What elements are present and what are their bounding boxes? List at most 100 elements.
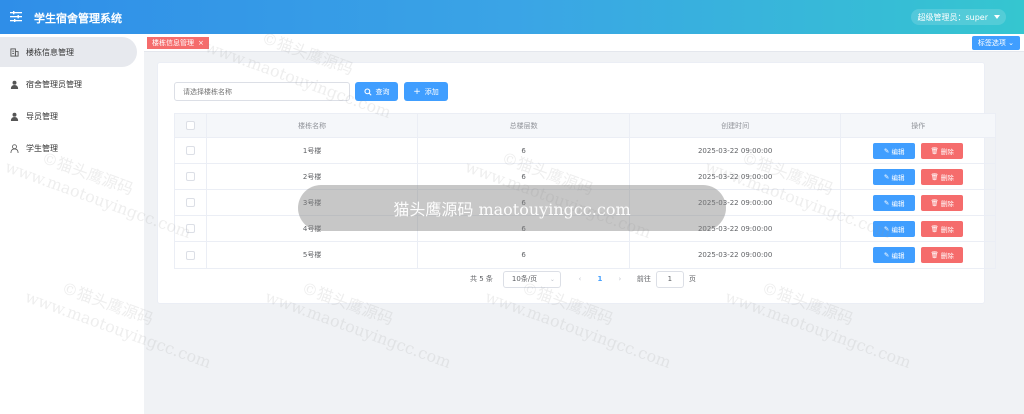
- search-button-label: 查询: [375, 87, 390, 96]
- edit-button[interactable]: ✎ 编辑: [873, 220, 916, 237]
- tab-options-label: 标签选项: [977, 39, 1006, 47]
- sidebar-item-label: 学生管理: [26, 143, 58, 153]
- building-name-select[interactable]: [174, 82, 350, 101]
- trash-icon: 🗑: [930, 251, 941, 259]
- created-cell: 2025-03-22 09:00:00: [630, 138, 842, 163]
- actions-cell: ✎ 编辑 🗑 删除: [841, 190, 995, 215]
- building-name-cell: 5号楼: [207, 242, 419, 268]
- select-cell: [175, 242, 207, 268]
- building-name-cell: 1号楼: [207, 138, 419, 163]
- sidebar-item-building[interactable]: 楼栋信息管理: [0, 37, 137, 67]
- edit-icon: ✎: [883, 198, 892, 207]
- floors-cell: 6: [418, 242, 630, 268]
- trash-icon: 🗑: [930, 198, 941, 207]
- plus-icon: +: [413, 86, 421, 97]
- chevron-down-icon: ⌄: [1008, 39, 1014, 47]
- add-button[interactable]: + 添加: [404, 82, 448, 101]
- sidebar-item-label: 导员管理: [26, 111, 58, 121]
- row-checkbox[interactable]: [185, 146, 195, 155]
- select-all-checkbox[interactable]: [185, 121, 195, 130]
- column-header: 操作: [911, 121, 926, 130]
- edit-label: 编辑: [891, 199, 905, 208]
- floors-cell: 6: [418, 138, 630, 163]
- delete-button[interactable]: 🗑 删除: [921, 220, 964, 237]
- row-checkbox[interactable]: [185, 250, 195, 260]
- total-count: 共 5 条: [470, 275, 493, 283]
- user-dropdown[interactable]: 超级管理员：super: [911, 9, 1006, 25]
- add-button-label: 添加: [424, 87, 439, 96]
- actions-cell: ✎ 编辑 🗑 删除: [841, 164, 995, 189]
- actions-cell: ✎ 编辑 🗑 删除: [841, 138, 995, 163]
- top-header: 学生宿舍管理系统 超级管理员：super: [0, 0, 1024, 34]
- chevron-down-icon: ⌄: [549, 275, 555, 283]
- sidebar-item-label: 楼栋信息管理: [26, 47, 74, 57]
- user-icon: [10, 112, 19, 121]
- edit-icon: ✎: [883, 251, 892, 259]
- edit-button[interactable]: ✎ 编辑: [873, 168, 916, 185]
- next-page-button[interactable]: ›: [613, 275, 627, 283]
- app-title: 学生宿舍管理系统: [34, 12, 122, 25]
- goto-label: 前往: [636, 275, 651, 283]
- delete-button[interactable]: 🗑 删除: [921, 247, 964, 263]
- page-number[interactable]: 1: [593, 275, 607, 283]
- delete-label: 删除: [940, 252, 954, 260]
- edit-button[interactable]: ✎ 编辑: [873, 142, 916, 159]
- edit-label: 编辑: [891, 147, 905, 156]
- tags-bar: 楼栋信息管理 × 标签选项 ⌄: [144, 34, 1024, 52]
- sidebar-item-counselor[interactable]: 导员管理: [0, 101, 137, 131]
- delete-button[interactable]: 🗑 删除: [921, 168, 964, 185]
- table-row: 1号楼 6 2025-03-22 09:00:00 ✎ 编辑 🗑 删除: [175, 138, 995, 164]
- delete-button[interactable]: 🗑 删除: [921, 194, 964, 211]
- tab-label: 楼栋信息管理: [152, 39, 194, 47]
- table-row: 5号楼 6 2025-03-22 09:00:00 ✎ 编辑 🗑 删除: [175, 242, 995, 268]
- page-size-value: 10条/页: [511, 275, 538, 283]
- menu-toggle-icon[interactable]: [10, 11, 22, 22]
- watermark-banner: 猫头鹰源码 maotouyingcc.com: [298, 185, 726, 231]
- sidebar: 楼栋信息管理 宿舍管理员管理 导员管理 学生管理: [0, 34, 144, 414]
- select-cell: [175, 216, 207, 241]
- actions-cell: ✎ 编辑 🗑 删除: [841, 216, 995, 241]
- delete-label: 删除: [940, 173, 954, 182]
- sidebar-item-label: 宿舍管理员管理: [26, 79, 82, 89]
- edit-label: 编辑: [891, 173, 905, 182]
- close-icon[interactable]: ×: [198, 39, 204, 47]
- trash-icon: 🗑: [930, 172, 941, 181]
- select-cell: [175, 190, 207, 215]
- caret-down-icon: [994, 15, 1000, 19]
- main-card: 查询 + 添加 楼栋名称 总楼层数 创建时间 操作 1号楼 6 2025-03-…: [157, 62, 996, 304]
- edit-button[interactable]: ✎ 编辑: [873, 247, 916, 263]
- select-cell: [175, 138, 207, 163]
- sidebar-item-dorm-admin[interactable]: 宿舍管理员管理: [0, 69, 137, 99]
- actions-cell: ✎ 编辑 🗑 删除: [841, 242, 995, 268]
- edit-label: 编辑: [891, 252, 905, 260]
- goto-page-input[interactable]: 1: [655, 270, 684, 288]
- row-checkbox[interactable]: [185, 198, 195, 207]
- pagination: 共 5 条 10条/页 ⌄ ‹ 1 › 前往 1 页: [470, 270, 696, 288]
- select-cell: [175, 164, 207, 189]
- tab-options-button[interactable]: 标签选项 ⌄: [971, 36, 1020, 50]
- user-outline-icon: [10, 143, 19, 153]
- sidebar-item-student[interactable]: 学生管理: [0, 133, 137, 163]
- trash-icon: 🗑: [930, 224, 941, 233]
- header-select-cell: [175, 114, 207, 137]
- column-header: 总楼层数: [418, 114, 630, 137]
- prev-page-button[interactable]: ‹: [573, 275, 587, 283]
- delete-button[interactable]: 🗑 删除: [921, 142, 964, 159]
- goto-suffix: 页: [688, 275, 696, 283]
- edit-icon: ✎: [883, 146, 892, 155]
- delete-label: 删除: [940, 147, 954, 156]
- edit-icon: ✎: [883, 224, 892, 233]
- table-header: 楼栋名称 总楼层数 创建时间 操作: [175, 114, 995, 138]
- column-header: 创建时间: [630, 114, 842, 137]
- row-checkbox[interactable]: [185, 172, 195, 181]
- delete-label: 删除: [940, 199, 954, 208]
- trash-icon: 🗑: [930, 146, 941, 155]
- page-size-select[interactable]: 10条/页 ⌄: [502, 270, 561, 288]
- row-checkbox[interactable]: [185, 224, 195, 233]
- edit-button[interactable]: ✎ 编辑: [873, 194, 916, 211]
- column-header: 楼栋名称: [207, 114, 419, 137]
- created-cell: 2025-03-22 09:00:00: [630, 242, 842, 268]
- search-icon: [363, 87, 372, 96]
- tab-building-info[interactable]: 楼栋信息管理 ×: [147, 37, 209, 49]
- search-button[interactable]: 查询: [355, 82, 398, 101]
